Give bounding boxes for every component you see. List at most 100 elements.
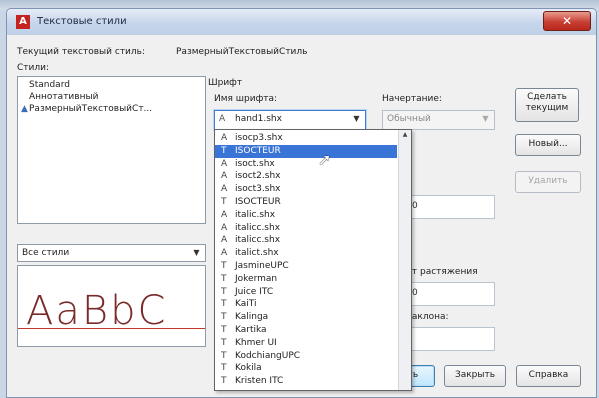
shx-font-icon: A [221,158,228,169]
style-filter-value: Все стили [22,248,70,258]
font-list-item-label: isoct.shx [235,158,275,169]
font-list-item[interactable]: Aisoct.shx [215,158,397,171]
truetype-icon: T [221,350,227,361]
font-name-value: hand1.shx [235,114,282,124]
dropdown-scrollbar[interactable]: ▲ [398,130,411,390]
font-style-value: Обычный [387,114,431,124]
font-list-item-label: ISOCTEUR [235,197,281,207]
width-factor-label: нт растяжения [406,267,478,277]
font-list-item-label: Juice ITC [235,286,274,297]
font-name-select[interactable]: A hand1.shx ▼ [214,110,366,130]
chevron-down-icon: ▼ [353,114,360,123]
width-factor-value: 0 [412,288,418,298]
style-item-standard[interactable]: Standard [29,80,70,90]
font-list-item-label: KodchiangUPC [235,350,301,361]
shx-font-icon: A [221,248,228,259]
truetype-icon: T [221,363,227,374]
font-list-item-label: KaiTi [235,299,257,310]
title-bar: A Текстовые стили ✕ [7,9,596,35]
font-list-item[interactable]: T Kristen ITC [215,375,397,388]
font-list-item[interactable]: Aisocp3.shx [215,132,397,145]
truetype-icon: T [221,261,227,271]
styles-label: Стили: [17,63,50,73]
font-list-item[interactable]: Aitalic.shx [215,209,397,222]
truetype-icon: T [221,376,227,387]
height-input[interactable]: 0 [405,195,495,219]
chevron-down-icon: ▼ [482,114,489,123]
shx-font-icon: A [221,222,228,233]
style-filter-select[interactable]: Все стили ▼ [17,244,206,262]
font-list-item-label: isoct3.shx [235,184,281,195]
oblique-angle-input[interactable] [405,327,495,351]
font-list-item[interactable]: T Kartika [215,324,397,337]
truetype-icon: T [221,273,227,284]
font-list-item[interactable]: T Juice ITC [215,286,397,299]
font-dropdown-list[interactable]: ▲ Aisocp3.shx T ISOCTEUR Aisoct.shx Aisoct2.… [214,129,412,391]
shx-font-icon: A [219,114,226,124]
font-list-item[interactable]: T ISOCTEUR [215,144,397,158]
truetype-icon: T [221,299,227,310]
font-list-item-label: italicc.shx [235,235,281,246]
font-list-item[interactable]: T Kokila [215,362,397,375]
font-list-item[interactable]: Aisoct3.shx [215,183,397,196]
font-list-item[interactable]: T JasmineUPC [215,260,397,273]
close-window-button[interactable]: ✕ [543,11,591,31]
font-list-item[interactable]: Aitalicc.shx [215,234,397,247]
truetype-icon: T [221,286,227,297]
current-style-label: Текущий текстовый стиль: [17,47,145,57]
shx-font-icon: A [221,171,228,182]
font-list-item-label: italicc.shx [235,222,281,233]
shx-font-icon: A [221,209,228,220]
shx-font-icon: A [221,133,228,143]
font-list-item-label: Kokila [235,363,262,374]
style-preview: AaBbC [17,265,206,347]
new-style-button[interactable]: Новый... [515,134,581,156]
annotative-icon: ▲ [21,104,28,114]
font-list-item[interactable]: Aitalict.shx [215,247,397,260]
shx-font-icon: A [221,235,228,246]
font-name-label: Имя шрифта: [214,94,278,104]
width-factor-input[interactable]: 0 [405,282,495,306]
font-list-item-label: italict.shx [235,248,279,259]
truetype-icon: T [221,337,227,348]
set-current-button[interactable]: Сделать текущим [515,88,579,122]
font-list-item-label: isoct2.shx [235,171,281,182]
preview-text: AaBbC [26,288,168,334]
font-list-item-label: Kartika [235,325,267,335]
font-style-label: Начертание: [382,94,442,104]
current-style-value: РазмерныйТекстовыйСтиль [176,47,308,57]
font-list-item[interactable]: T ISOCTEUR [215,196,397,209]
style-item-dimension[interactable]: РазмерныйТекстовыйСт... [29,104,152,114]
font-list-item-label: Kalinga [235,312,269,323]
style-item-annotative[interactable]: Аннотативный [29,92,98,102]
help-button[interactable]: Справка [516,365,581,387]
close-button[interactable]: Закрыть [444,365,506,387]
font-group-label: Шрифт [208,78,243,88]
oblique-angle-label: наклона: [406,312,449,322]
chevron-down-icon: ▼ [193,248,200,257]
font-list-item[interactable]: T KodchiangUPC [215,350,397,363]
font-list-item-label: italic.shx [235,209,276,220]
font-list-item[interactable]: Aitalicc.shx [215,222,397,235]
mouse-cursor-icon: ➚ [318,150,332,169]
delete-style-button[interactable]: Удалить [515,171,581,193]
font-list-item-label: isocp3.shx [235,133,283,143]
truetype-icon: T [221,325,227,335]
font-list-item[interactable]: T Kalinga [215,311,397,324]
font-list-item[interactable]: Aisoct2.shx [215,170,397,183]
font-list-item[interactable]: T Khmer UI [215,337,397,350]
font-list-item-label: Kristen ITC [235,376,284,387]
font-style-select[interactable]: Обычный ▼ [382,110,495,130]
shx-font-icon: A [221,184,228,195]
font-list-item-label: Khmer UI [235,337,277,348]
scroll-up-icon[interactable]: ▲ [399,130,411,140]
styles-list[interactable]: Standard ▲ Аннотативный РазмерныйТекстов… [17,76,206,224]
font-list-item[interactable]: T KaiTi [215,298,397,311]
truetype-icon: T [221,312,227,323]
font-list-item[interactable]: T Jokerman [215,273,397,286]
font-list-item-label: ISOCTEUR [235,145,281,156]
truetype-icon: T [221,145,227,156]
height-value: 0 [412,201,418,211]
window-title: Текстовые стили [37,16,127,27]
truetype-icon: T [221,197,227,207]
